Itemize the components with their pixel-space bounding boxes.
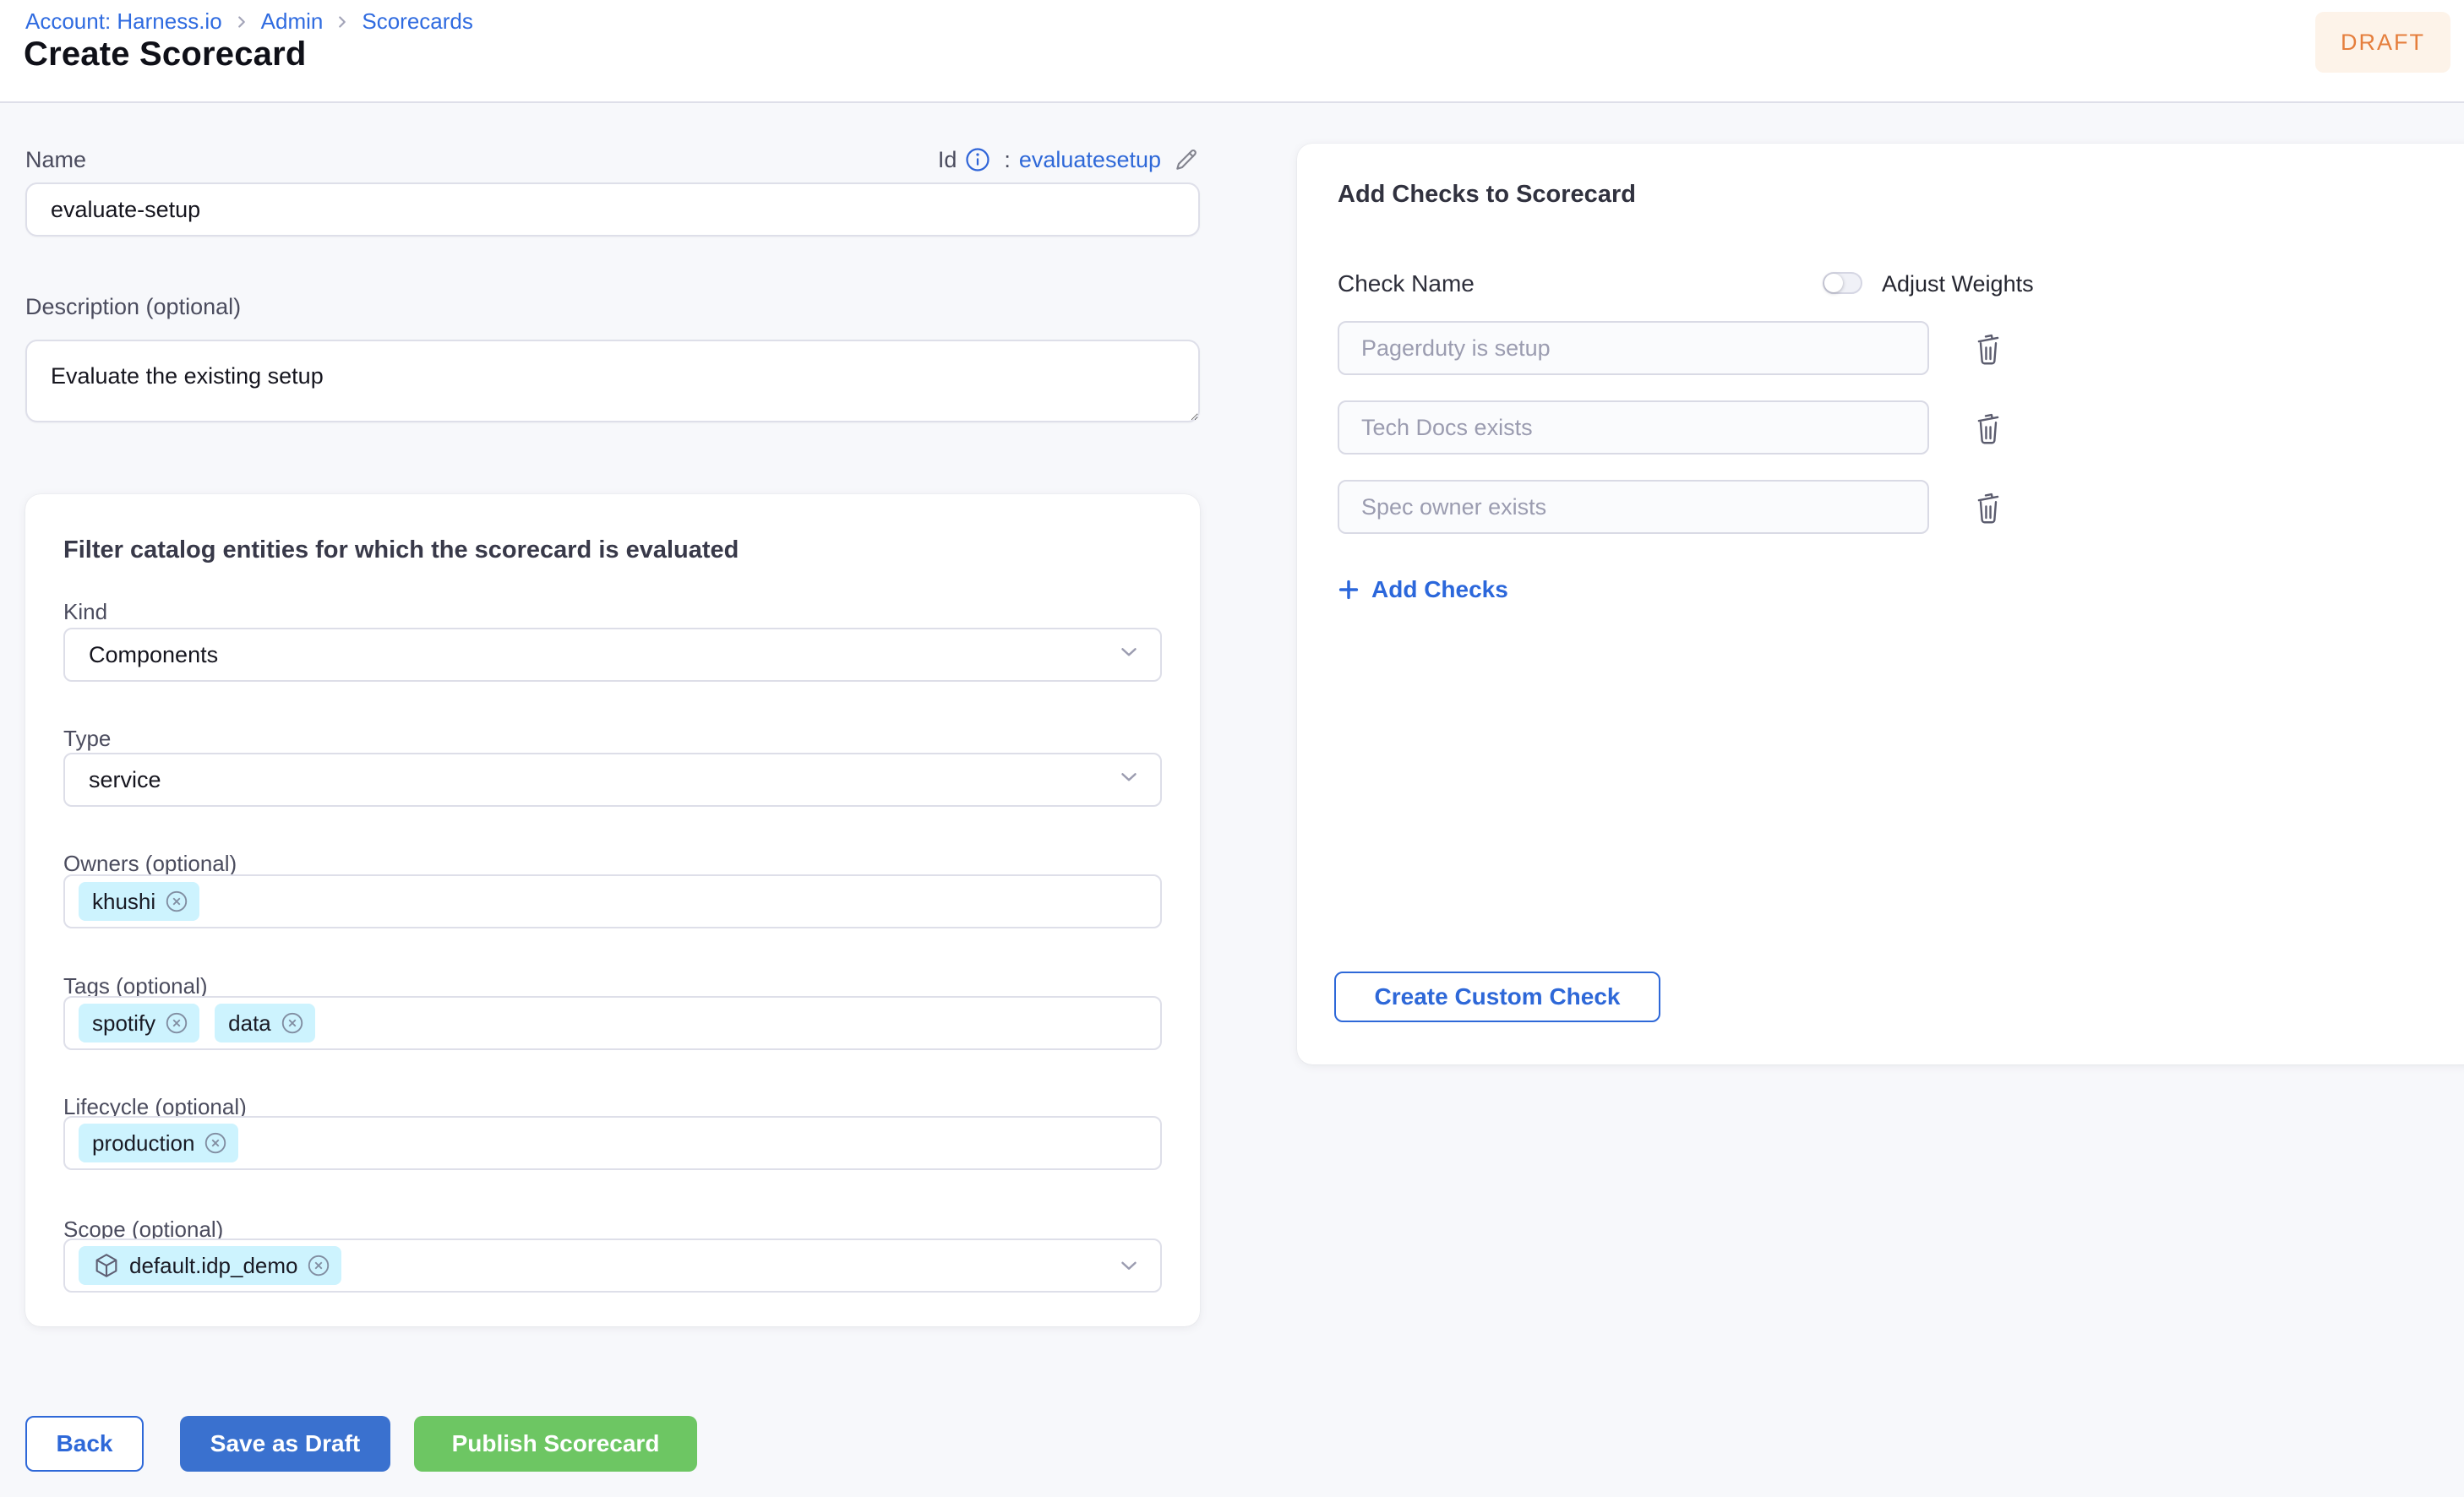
check-name-input[interactable]: Spec owner exists — [1338, 480, 1929, 534]
tag-chip: data — [215, 1004, 315, 1042]
status-badge: DRAFT — [2315, 12, 2450, 73]
adjust-weights-label: Adjust Weights — [1882, 271, 2034, 297]
remove-icon[interactable] — [306, 1253, 331, 1278]
checks-panel-title: Add Checks to Scorecard — [1338, 181, 1636, 208]
add-checks-link[interactable]: Add Checks — [1336, 576, 1508, 603]
page-title: Create Scorecard — [24, 35, 307, 73]
description-label: Description (optional) — [25, 294, 242, 319]
owners-input[interactable]: khushi — [63, 874, 1162, 928]
check-name-input[interactable]: Tech Docs exists — [1338, 400, 1929, 455]
check-name-value: Spec owner exists — [1361, 493, 1547, 520]
remove-icon[interactable] — [280, 1010, 305, 1036]
chevron-down-icon — [1116, 1253, 1142, 1278]
owners-label: Owners (optional) — [63, 851, 237, 876]
tag-chip-label: spotify — [92, 1010, 156, 1036]
remove-icon[interactable] — [203, 1130, 228, 1156]
filter-title: Filter catalog entities for which the sc… — [63, 536, 739, 563]
delete-check-button[interactable] — [1973, 329, 2007, 368]
name-input[interactable] — [25, 182, 1200, 237]
lifecycle-input[interactable]: production — [63, 1116, 1162, 1170]
publish-scorecard-button[interactable]: Publish Scorecard — [414, 1416, 697, 1472]
id-value-link[interactable]: evaluatesetup — [1019, 147, 1161, 173]
edit-icon[interactable] — [1173, 146, 1200, 173]
breadcrumb-account-link[interactable]: Account: Harness.io — [25, 8, 222, 35]
owner-chip-label: khushi — [92, 888, 156, 914]
name-row: Name Id : evaluatesetup — [25, 140, 1200, 179]
save-as-draft-button[interactable]: Save as Draft — [180, 1416, 390, 1472]
type-value: service — [89, 766, 161, 792]
back-button[interactable]: Back — [25, 1416, 144, 1472]
checks-panel: Add Checks to Scorecard Check Name Adjus… — [1297, 144, 2464, 1064]
lifecycle-chip: production — [79, 1124, 239, 1162]
kind-value: Components — [89, 641, 219, 667]
toggle-knob — [1824, 274, 1843, 292]
tags-input[interactable]: spotify data — [63, 996, 1162, 1050]
delete-check-button[interactable] — [1973, 409, 2007, 448]
type-label: Type — [63, 726, 112, 751]
trash-icon — [1973, 489, 2007, 526]
adjust-weights-toggle[interactable] — [1823, 272, 1862, 294]
filter-card: Filter catalog entities for which the sc… — [25, 494, 1200, 1326]
delete-check-button[interactable] — [1973, 488, 2007, 527]
check-name-value: Pagerduty is setup — [1361, 335, 1551, 361]
info-icon[interactable] — [965, 147, 990, 172]
chevron-down-icon — [1116, 765, 1142, 796]
trash-icon — [1973, 330, 2007, 367]
chevron-right-icon — [333, 13, 352, 31]
create-custom-check-button[interactable]: Create Custom Check — [1334, 972, 1660, 1022]
type-select[interactable]: service — [63, 753, 1162, 807]
owner-chip: khushi — [79, 882, 200, 921]
id-row: Id : evaluatesetup — [938, 146, 1200, 173]
check-name-input[interactable]: Pagerduty is setup — [1338, 321, 1929, 375]
cube-icon — [92, 1251, 121, 1280]
kind-label: Kind — [63, 599, 108, 624]
id-colon: : — [1004, 146, 1011, 172]
scope-select[interactable]: default.idp_demo — [63, 1238, 1162, 1293]
page-header: Account: Harness.io Admin Scorecards Cre… — [0, 0, 2464, 103]
tag-chip: spotify — [79, 1004, 200, 1042]
breadcrumb: Account: Harness.io Admin Scorecards — [25, 8, 473, 35]
check-name-value: Tech Docs exists — [1361, 414, 1533, 440]
plus-icon — [1336, 577, 1361, 602]
kind-select[interactable]: Components — [63, 628, 1162, 682]
id-label: Id — [937, 146, 957, 172]
chevron-down-icon — [1116, 640, 1142, 671]
breadcrumb-admin-link[interactable]: Admin — [261, 8, 324, 35]
scope-chip: default.idp_demo — [79, 1246, 342, 1285]
create-scorecard-page: Account: Harness.io Admin Scorecards Cre… — [0, 0, 2464, 1497]
scope-chip-label: default.idp_demo — [129, 1252, 298, 1278]
breadcrumb-scorecards-link[interactable]: Scorecards — [362, 8, 473, 35]
tag-chip-label: data — [228, 1010, 271, 1036]
check-name-label: Check Name — [1338, 270, 1475, 297]
chevron-right-icon — [232, 13, 251, 31]
trash-icon — [1973, 410, 2007, 447]
name-label: Name — [25, 146, 87, 172]
remove-icon[interactable] — [164, 1010, 189, 1036]
add-checks-label: Add Checks — [1371, 576, 1508, 602]
remove-icon[interactable] — [164, 889, 189, 914]
description-textarea[interactable]: Evaluate the existing setup — [25, 340, 1200, 422]
lifecycle-chip-label: production — [92, 1130, 195, 1156]
